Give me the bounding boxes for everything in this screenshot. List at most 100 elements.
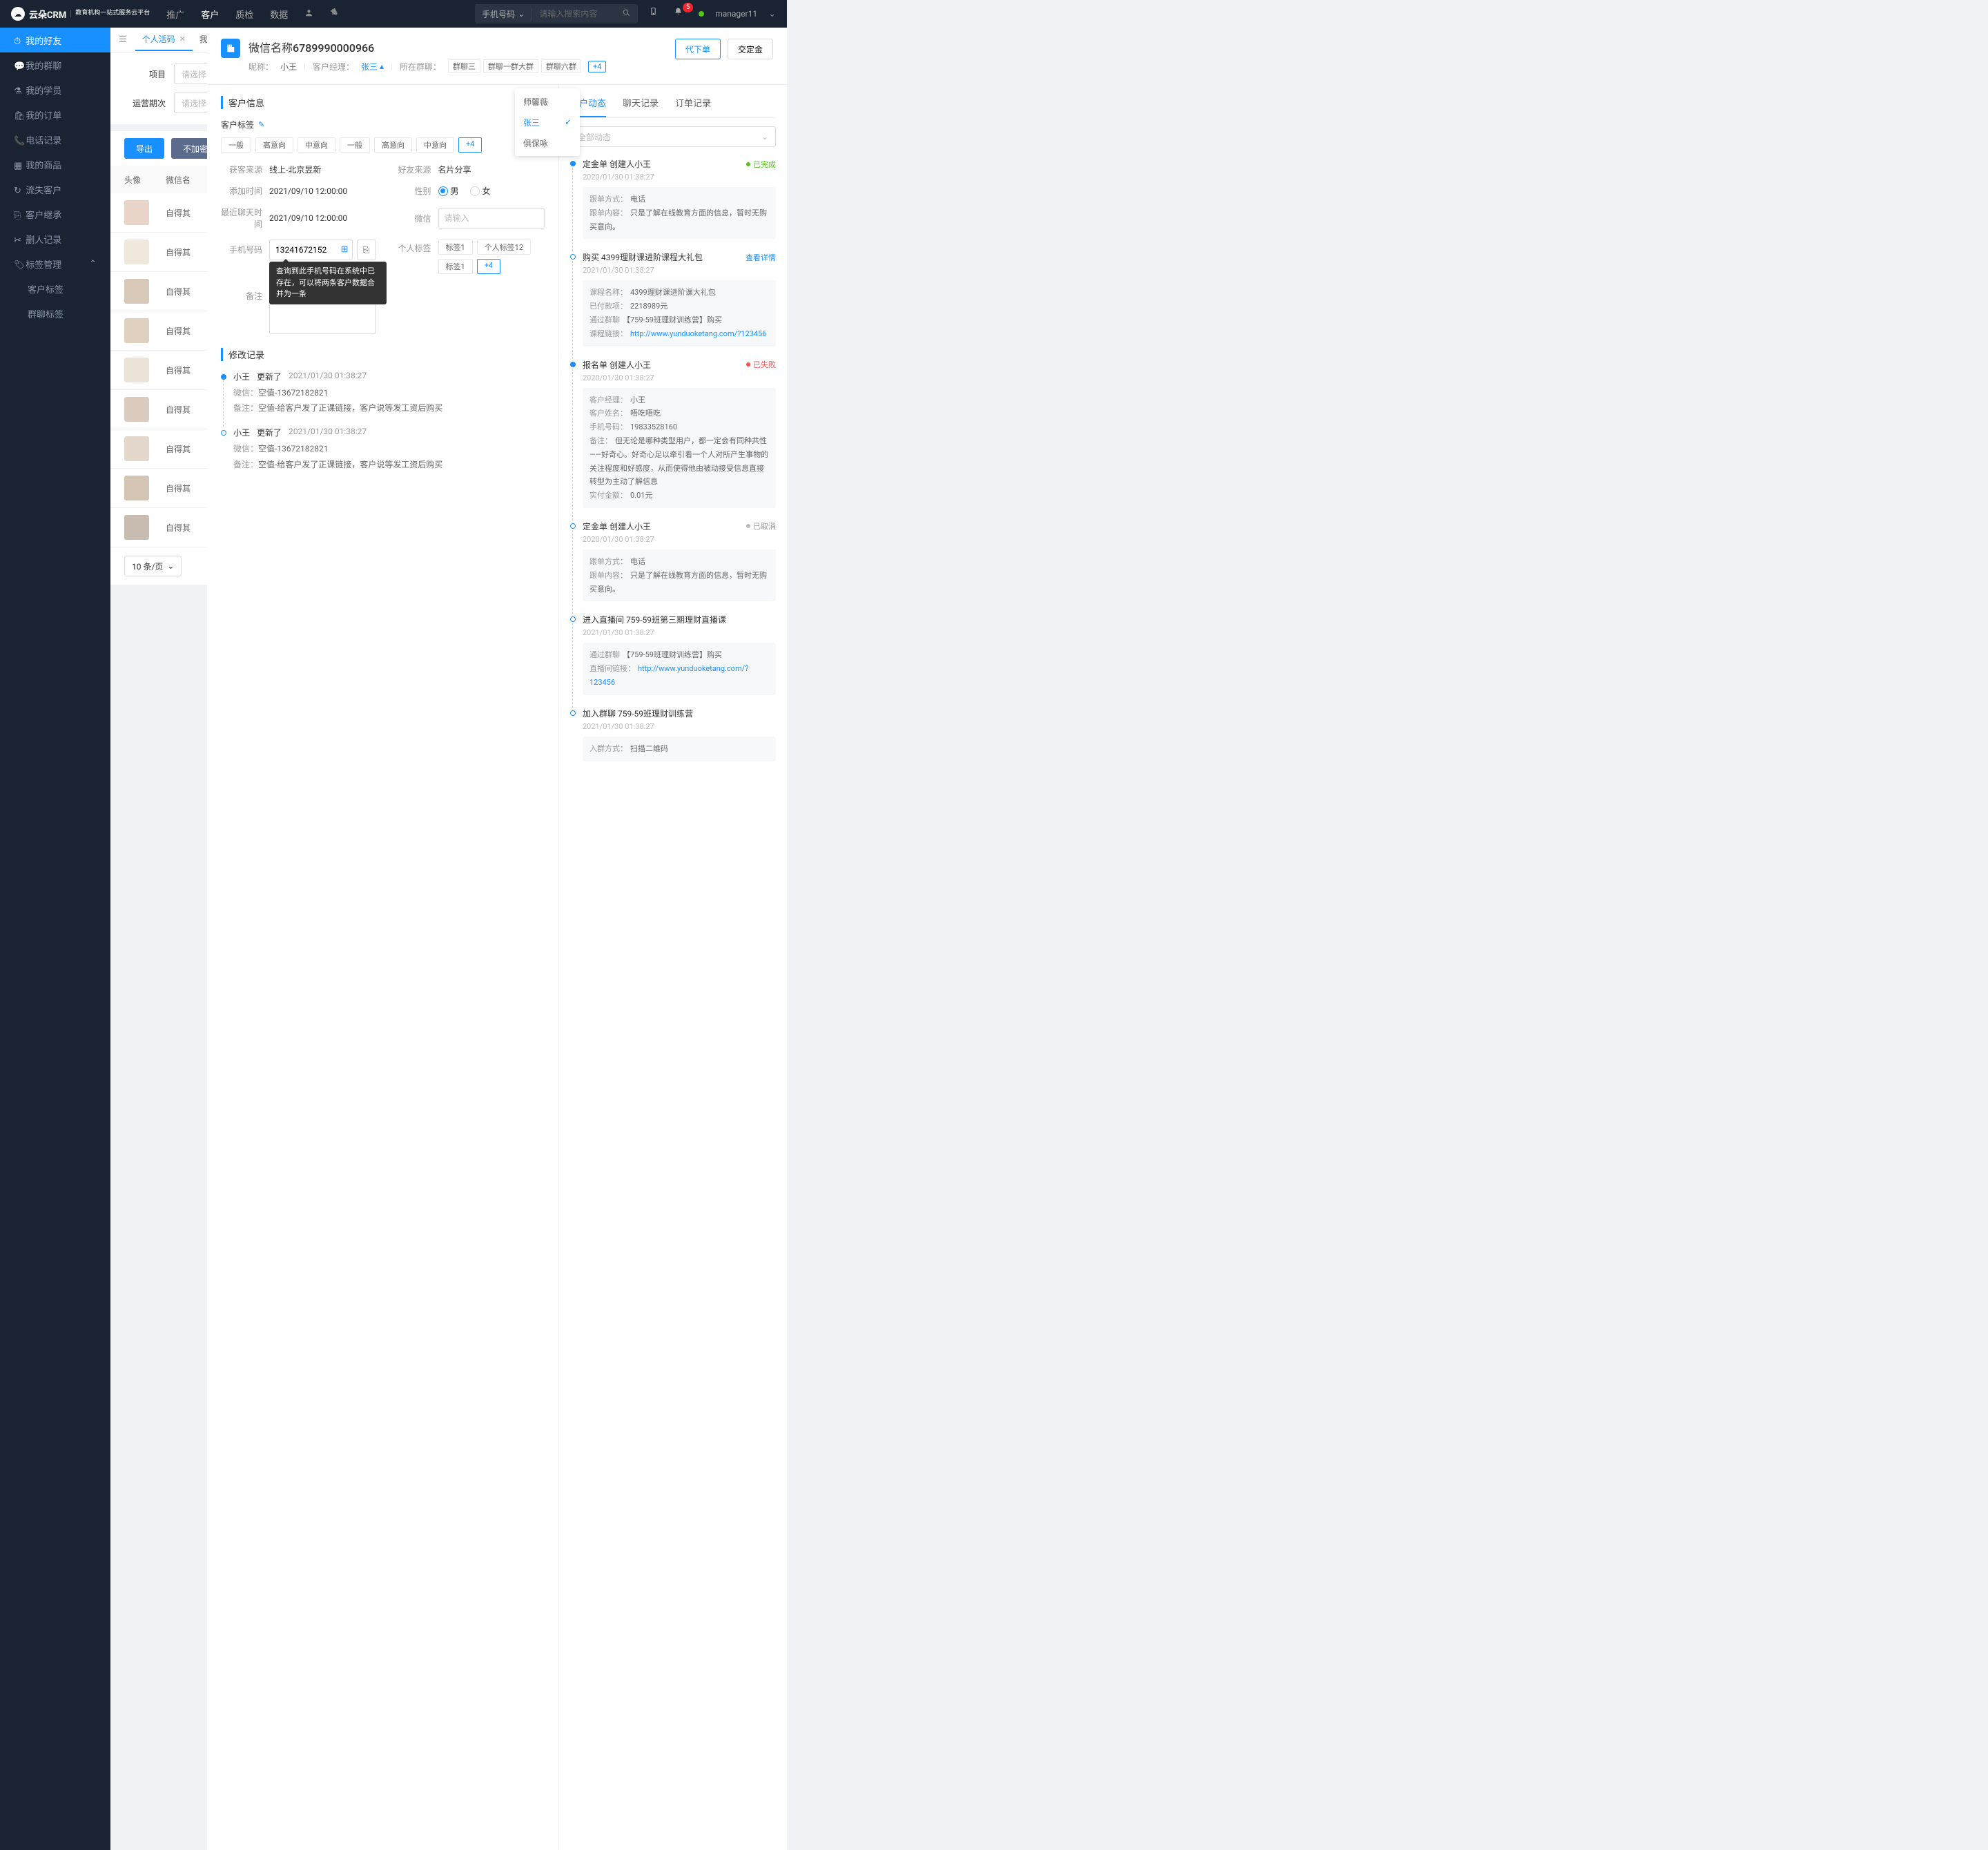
chevron-down-icon: ⌄ xyxy=(167,561,174,571)
timeline-title: 进入直播间 759-59班第三期理财直播课 xyxy=(583,614,726,625)
tag-chip[interactable]: 一般 xyxy=(340,137,370,153)
activity-filter[interactable]: 全部动态⌄ xyxy=(570,126,776,147)
close-icon[interactable]: ✕ xyxy=(179,35,186,43)
avatar xyxy=(124,318,149,343)
sidebar-subitem[interactable]: 群聊标签 xyxy=(0,301,110,326)
tag-chip[interactable]: 高意向 xyxy=(255,137,293,153)
dropdown-option[interactable]: 俱保咏 xyxy=(515,133,580,153)
chevron-up-icon: ▴ xyxy=(380,61,384,71)
timeline-dot xyxy=(570,523,576,529)
sidebar-item[interactable]: ⚗ 我的学员 xyxy=(0,77,110,102)
export-button[interactable]: 导出 xyxy=(124,138,164,159)
personal-tags-more[interactable]: +4 xyxy=(477,259,500,274)
group-chip[interactable]: 群聊三 xyxy=(448,59,480,73)
topnav-item[interactable]: 质检 xyxy=(235,8,253,21)
tab[interactable]: 个人活码✕ xyxy=(135,29,193,51)
avatar xyxy=(124,200,149,225)
sidebar-item[interactable]: ⏱ 我的好友 xyxy=(0,28,110,52)
timeline-title: 加入群聊 759-59班理财训练营 xyxy=(583,708,693,719)
timeline-item: 定金单 创建人小王已取消2020/01/30 01:38:27跟单方式：电话跟单… xyxy=(570,520,776,601)
chevron-down-icon[interactable]: ⌄ xyxy=(768,9,776,19)
dropdown-option[interactable]: 师馨薇 xyxy=(515,91,580,112)
group-chip[interactable]: 群聊六群 xyxy=(541,59,581,73)
sidebar-subitem[interactable]: 客户标签 xyxy=(0,276,110,301)
timeline-title: 报名单 创建人小王 xyxy=(583,359,651,371)
activity-tab[interactable]: 聊天记录 xyxy=(623,96,659,117)
timeline-card: 入群方式：扫描二维码 xyxy=(583,737,776,761)
add-time-value: 2021/09/10 12:00:00 xyxy=(269,186,376,196)
scan-icon[interactable]: ⊞ xyxy=(341,244,349,255)
tag-chip[interactable]: 高意向 xyxy=(374,137,412,153)
sidebar-item[interactable]: 🏷 标签管理⌃ xyxy=(0,251,110,276)
timeline-item: 进入直播间 759-59班第三期理财直播课 2021/01/30 01:38:27… xyxy=(570,614,776,694)
logo-text: 云朵CRM xyxy=(29,8,66,21)
user-icon[interactable] xyxy=(304,8,313,20)
link[interactable]: http://www.yunduoketang.com/?123456 xyxy=(630,329,766,338)
search-input[interactable] xyxy=(532,9,615,19)
manager-select[interactable]: 张三 ▴ xyxy=(361,61,384,72)
cloud-icon: ☁ xyxy=(11,7,25,21)
avatar xyxy=(124,358,149,382)
tag-chip[interactable]: 一般 xyxy=(221,137,251,153)
row-name: 自得其 xyxy=(166,207,191,219)
gender-label: 性别 xyxy=(390,185,431,197)
view-detail-link[interactable]: 查看详情 xyxy=(746,252,776,263)
activity-tab[interactable]: 订单记录 xyxy=(675,96,711,117)
radio-male[interactable]: 男 xyxy=(438,185,459,197)
dropdown-option[interactable]: 张三✓ xyxy=(515,112,580,133)
search-icon[interactable] xyxy=(615,8,638,20)
edit-icon[interactable]: ✎ xyxy=(258,120,264,129)
timeline-dot xyxy=(570,254,576,260)
bell-icon[interactable]: 5 xyxy=(674,7,688,21)
sidebar-item[interactable]: ▦ 我的商品 xyxy=(0,152,110,177)
sidebar-icon: ✂ xyxy=(14,235,23,246)
logo: ☁ 云朵CRM 教育机构一站式服务云平台 xyxy=(11,7,150,21)
row-name: 自得其 xyxy=(166,286,191,298)
topnav-item[interactable]: 推广 xyxy=(166,8,184,21)
headset-icon[interactable] xyxy=(330,8,339,20)
copy-icon[interactable]: ⎘ xyxy=(357,240,376,260)
topnav-item[interactable]: 客户 xyxy=(201,8,219,21)
timeline-title: 定金单 创建人小王 xyxy=(583,520,651,532)
groups-more[interactable]: +4 xyxy=(588,61,606,72)
phone-input[interactable] xyxy=(269,240,353,260)
page-size-select[interactable]: 10 条/页⌄ xyxy=(124,556,182,576)
tag-chip[interactable]: 中意向 xyxy=(416,137,454,153)
avatar xyxy=(124,436,149,461)
source-value: 线上-北京昱新 xyxy=(269,164,376,175)
sidebar-item[interactable]: 📞 电话记录 xyxy=(0,127,110,152)
timeline-time: 2020/01/30 01:38:27 xyxy=(583,373,776,382)
avatar xyxy=(124,515,149,540)
sidebar-item[interactable]: ↻ 流失客户 xyxy=(0,177,110,202)
sidebar-item[interactable]: ✂ 删人记录 xyxy=(0,226,110,251)
avatar xyxy=(124,397,149,422)
row-name: 自得其 xyxy=(166,364,191,376)
timeline-time: 2020/01/30 01:38:27 xyxy=(583,173,776,182)
personal-tag-chip[interactable]: 标签1 xyxy=(438,259,473,274)
topnav-item[interactable]: 数据 xyxy=(270,8,288,21)
timeline-time: 2021/01/30 01:38:27 xyxy=(583,628,776,637)
timeline-dot xyxy=(221,374,226,380)
sidebar-item[interactable]: 💬 我的群聊 xyxy=(0,52,110,77)
username[interactable]: manager11 xyxy=(715,9,757,19)
wechat-input[interactable] xyxy=(438,208,545,228)
tags-more[interactable]: +4 xyxy=(458,137,482,153)
radio-female[interactable]: 女 xyxy=(470,185,491,197)
sidebar-item[interactable]: ⎘ 客户继承 xyxy=(0,202,110,226)
deposit-button[interactable]: 交定金 xyxy=(728,39,773,59)
personal-tag-chip[interactable]: 标签1 xyxy=(438,240,473,255)
tag-chip[interactable]: 中意向 xyxy=(298,137,335,153)
personal-tag-chip[interactable]: 个人标签12 xyxy=(477,240,531,255)
timeline-dot xyxy=(570,616,576,622)
manager-dropdown: 师馨薇张三✓俱保咏 xyxy=(515,88,580,156)
phone-label: 手机号码 xyxy=(221,240,262,255)
group-chip[interactable]: 群聊一群大群 xyxy=(483,59,538,73)
collapse-icon[interactable]: ☰ xyxy=(119,35,127,45)
mobile-icon[interactable] xyxy=(649,7,663,21)
sidebar-item[interactable]: 🛍 我的订单 xyxy=(0,102,110,127)
timeline-item: 定金单 创建人小王已完成2020/01/30 01:38:27跟单方式：电话跟单… xyxy=(570,158,776,239)
phone-tooltip: 查询到此手机号码在系统中已存在，可以将两条客户数据合并为一条 xyxy=(269,262,387,304)
search-type-select[interactable]: 手机号码⌄ xyxy=(475,8,532,20)
history-item: 小王更新了2021/01/30 01:38:27微信：空值-1367218282… xyxy=(221,427,545,473)
order-button[interactable]: 代下单 xyxy=(675,39,721,59)
